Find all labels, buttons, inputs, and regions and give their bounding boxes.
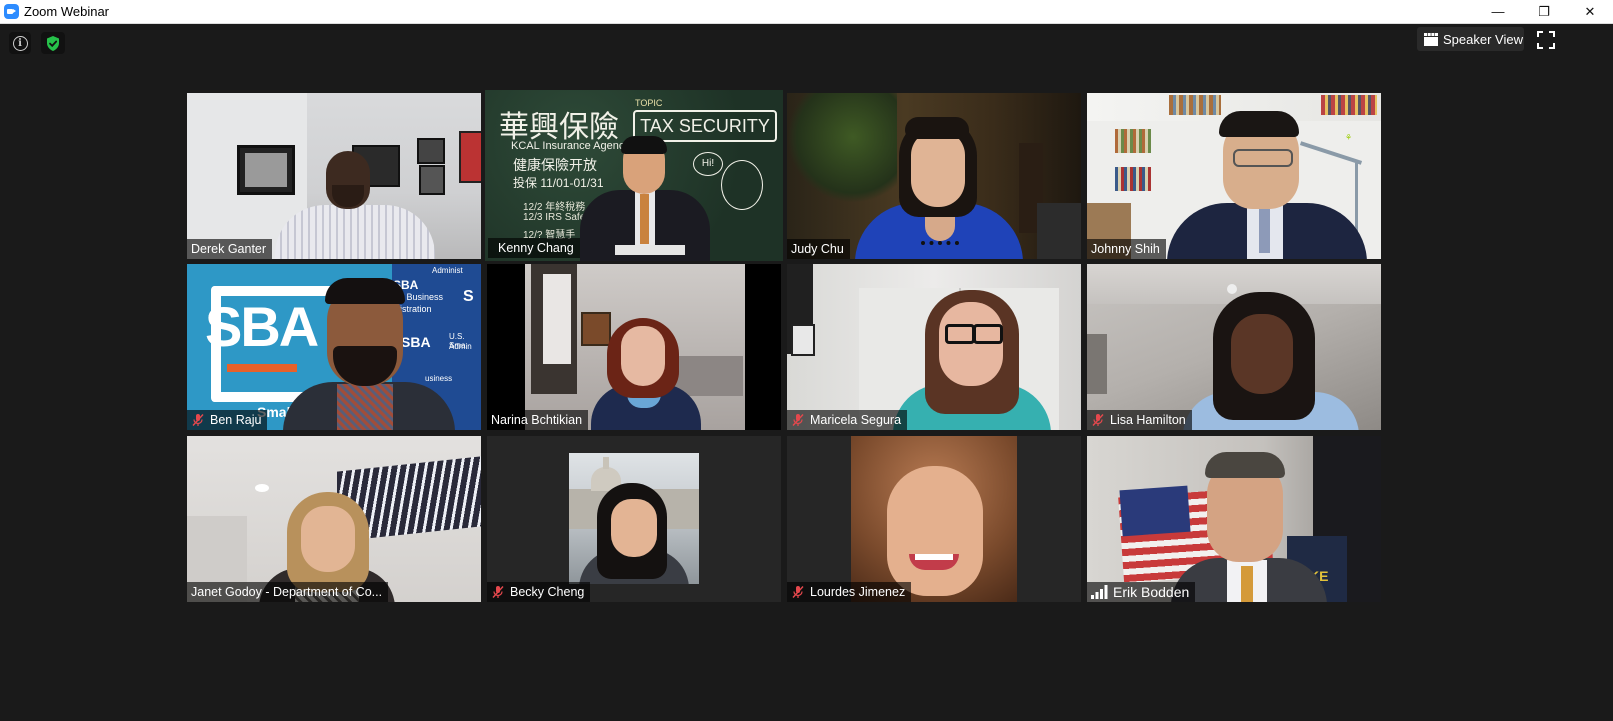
participant-name: Maricela Segura: [810, 413, 902, 427]
video-tile-janet-godoy[interactable]: Janet Godoy - Department of Co...: [187, 436, 481, 602]
participant-name-label: Narina Bchtikian: [487, 410, 589, 430]
window-controls: — ❐ ✕: [1475, 0, 1613, 23]
video-tile-erik-bodden[interactable]: KE Erik Bodden: [1087, 436, 1381, 602]
participant-name: Becky Cheng: [510, 585, 585, 599]
video-tile-narina-bchtikian[interactable]: Narina Bchtikian: [487, 264, 781, 430]
close-button[interactable]: ✕: [1567, 0, 1613, 23]
encryption-button[interactable]: [41, 32, 65, 54]
board-line2: 健康保險开放: [513, 157, 597, 173]
mic-muted-icon: [492, 586, 504, 598]
participant-name: Derek Ganter: [191, 242, 267, 256]
board-list2: 12/3 IRS Safe: [523, 212, 586, 223]
meeting-info-button[interactable]: i: [9, 32, 31, 54]
participant-name-label: Johnny Shih: [1087, 239, 1166, 259]
participant-name-label: Becky Cheng: [487, 582, 591, 602]
zoom-app-icon: [4, 4, 19, 19]
video-tile-judy-chu[interactable]: Judy Chu: [787, 93, 1081, 259]
participant-name: Ben Raju: [210, 413, 262, 427]
participant-name: Lourdes Jimenez: [810, 585, 906, 599]
speaker-view-button[interactable]: Speaker View: [1417, 27, 1524, 51]
board-topic-label: TOPIC: [635, 98, 663, 108]
board-list1: 12/2 年終稅務: [523, 202, 586, 213]
minimize-button[interactable]: —: [1475, 0, 1521, 23]
participant-name-label: Judy Chu: [787, 239, 850, 259]
participant-name: Janet Godoy - Department of Co...: [191, 585, 383, 599]
window-titlebar: Zoom Webinar — ❐ ✕: [0, 0, 1613, 24]
banner-line4: Admin: [449, 342, 472, 351]
participant-name-label: Lisa Hamilton: [1087, 410, 1192, 430]
participant-name: Lisa Hamilton: [1110, 413, 1186, 427]
video-tile-kenny-chang[interactable]: 華興保險 KCAL Insurance Agency 健康保險开放 投保 11/…: [485, 90, 783, 261]
video-tile-derek-ganter[interactable]: Derek Ganter: [187, 93, 481, 259]
sba-logo: SBA: [205, 295, 319, 358]
window-title: Zoom Webinar: [24, 4, 110, 19]
mic-muted-icon: [792, 586, 804, 598]
participant-name-label: Lourdes Jimenez: [787, 582, 912, 602]
board-bubble: Hi!: [693, 152, 723, 176]
restore-button[interactable]: ❐: [1521, 0, 1567, 23]
participant-name-label: Kenny Chang: [488, 238, 580, 258]
video-tile-lourdes-jimenez[interactable]: Lourdes Jimenez: [787, 436, 1081, 602]
video-tile-ben-raju[interactable]: SBA all Business nistration SBA Administ…: [187, 264, 481, 430]
board-agency: KCAL Insurance Agency: [511, 140, 630, 152]
participant-name-label: Erik Bodden: [1087, 582, 1196, 602]
participant-name: Narina Bchtikian: [491, 413, 583, 427]
fullscreen-icon[interactable]: [1537, 31, 1555, 49]
signal-strength-icon: [1091, 585, 1108, 599]
participant-name-label: Maricela Segura: [787, 410, 908, 430]
participant-name-label: Janet Godoy - Department of Co...: [187, 582, 389, 602]
mic-muted-icon: [192, 414, 204, 426]
video-tile-johnny-shih[interactable]: ⚘ Johnny Shih: [1087, 93, 1381, 259]
participant-name: Kenny Chang: [498, 241, 574, 255]
video-tile-maricela-segura[interactable]: Maricela Segura: [787, 264, 1081, 430]
banner-top-right: Administ: [432, 266, 463, 275]
video-tile-becky-cheng[interactable]: Becky Cheng: [487, 436, 781, 602]
mic-muted-icon: [792, 414, 804, 426]
participant-name: Johnny Shih: [1091, 242, 1160, 256]
speaker-view-icon: [1424, 32, 1438, 46]
participant-name-label: Ben Raju: [187, 410, 268, 430]
mic-muted-icon: [1092, 414, 1104, 426]
info-icon: i: [12, 35, 28, 51]
banner-line5: usiness: [425, 374, 453, 383]
video-tile-lisa-hamilton[interactable]: Lisa Hamilton: [1087, 264, 1381, 430]
board-line3: 投保 11/01-01/31: [513, 176, 604, 190]
shield-check-icon: [47, 35, 59, 51]
participant-name: Judy Chu: [791, 242, 844, 256]
participant-name-label: Derek Ganter: [187, 239, 273, 259]
participant-name: Erik Bodden: [1113, 584, 1190, 600]
speaker-view-label: Speaker View: [1443, 31, 1523, 47]
